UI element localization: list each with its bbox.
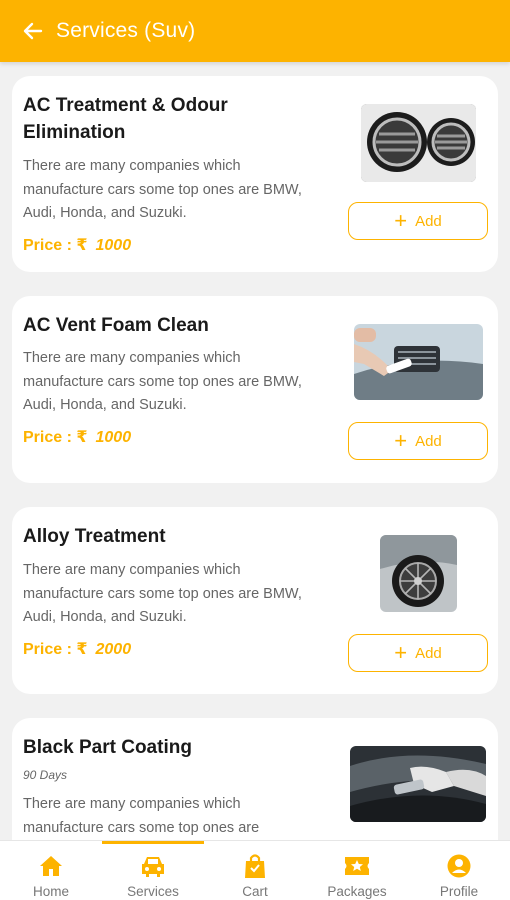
price-amount: 2000 <box>95 641 132 658</box>
plus-icon: + <box>394 208 408 233</box>
service-name: AC Treatment & Odour Elimination <box>23 95 228 143</box>
nav-label: Profile <box>439 884 479 899</box>
coating-image <box>350 746 486 822</box>
nav-label: Packages <box>327 884 387 899</box>
service-price: Price : ₹ 2000 <box>23 639 131 659</box>
page-title: Services (Suv) <box>56 19 196 42</box>
add-button[interactable]: + Add <box>348 202 488 240</box>
shopping-bag-icon <box>242 853 268 879</box>
bottom-navigation: Home Services Cart Packages Profile <box>0 840 510 900</box>
add-button[interactable]: + Add <box>348 634 488 672</box>
user-icon <box>446 853 472 879</box>
price-amount: 1000 <box>95 237 132 254</box>
car-icon <box>140 853 166 879</box>
nav-label: Services <box>127 884 179 899</box>
nav-packages[interactable]: Packages <box>306 841 408 900</box>
service-card: Black Part Coating 90 Days There are man… <box>12 718 498 840</box>
service-card: AC Vent Foam Clean There are many compan… <box>12 296 498 483</box>
service-description: There are many companies which manufactu… <box>23 562 302 625</box>
vent-cleaning-image <box>354 324 483 400</box>
add-button[interactable]: + Add <box>348 422 488 460</box>
add-label: Add <box>415 432 442 450</box>
alloy-wheel-image <box>380 535 457 612</box>
service-price: Price : ₹ 1000 <box>23 427 131 447</box>
add-label: Add <box>415 212 442 230</box>
service-price: Price : ₹ 1000 <box>23 235 131 255</box>
service-name: Black Part Coating <box>23 737 192 758</box>
nav-label: Cart <box>242 884 268 899</box>
plus-icon: + <box>394 640 408 665</box>
home-icon <box>38 853 64 879</box>
nav-profile[interactable]: Profile <box>408 841 510 900</box>
ticket-icon <box>344 853 370 879</box>
add-label: Add <box>415 644 442 662</box>
service-duration: 90 Days <box>23 768 68 782</box>
nav-cart[interactable]: Cart <box>204 841 306 900</box>
plus-icon: + <box>394 428 408 453</box>
service-name: Alloy Treatment <box>23 526 166 547</box>
service-description: There are many companies which manufactu… <box>23 158 302 221</box>
nav-home[interactable]: Home <box>0 841 102 900</box>
app-bar: Services (Suv) <box>0 0 510 62</box>
service-card: AC Treatment & Odour Elimination There a… <box>12 76 498 272</box>
services-list[interactable]: AC Treatment & Odour Elimination There a… <box>0 62 510 840</box>
service-description: There are many companies which manufactu… <box>23 350 302 413</box>
service-name: AC Vent Foam Clean <box>23 315 209 336</box>
price-amount: 1000 <box>95 429 132 446</box>
nav-services[interactable]: Services <box>102 841 204 900</box>
ac-vents-image <box>361 104 476 182</box>
service-card: Alloy Treatment There are many companies… <box>12 507 498 694</box>
nav-label: Home <box>32 884 69 899</box>
back-arrow-icon[interactable] <box>22 20 44 42</box>
service-description: There are many companies which manufactu… <box>23 796 260 836</box>
price-label: Price : ₹ <box>23 641 88 658</box>
price-label: Price : ₹ <box>23 237 88 254</box>
price-label: Price : ₹ <box>23 429 88 446</box>
